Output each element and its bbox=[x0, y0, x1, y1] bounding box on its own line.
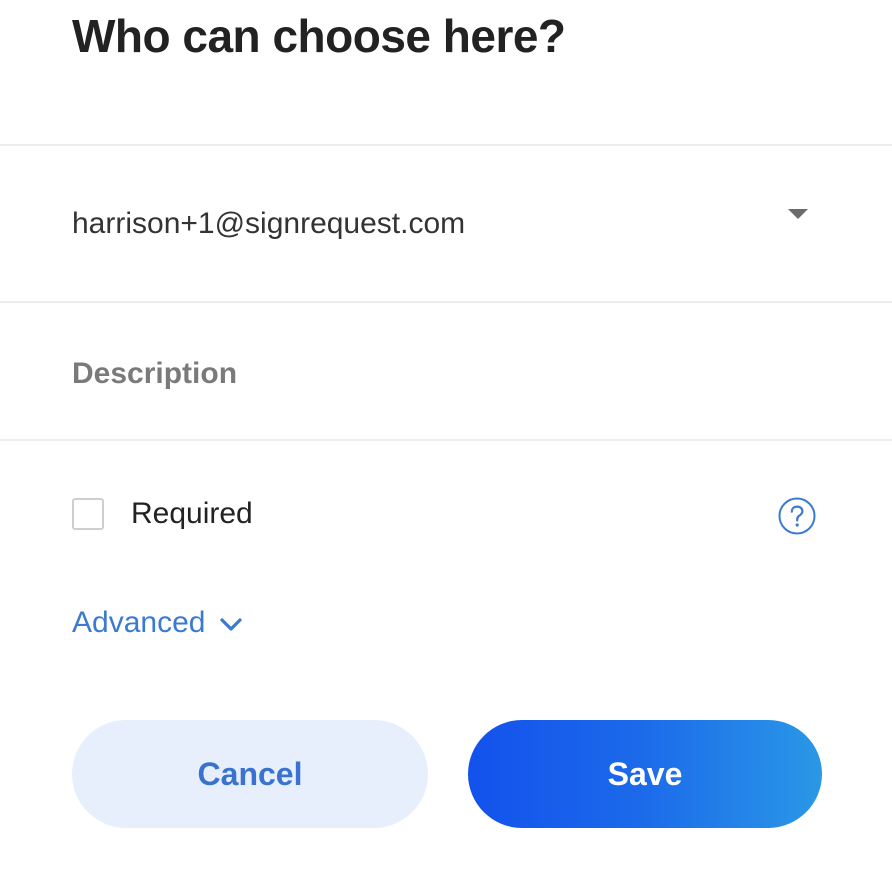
advanced-label: Advanced bbox=[72, 606, 206, 639]
chevron-down-icon bbox=[220, 618, 243, 631]
advanced-toggle[interactable]: Advanced bbox=[72, 603, 243, 643]
description-input[interactable] bbox=[72, 352, 812, 396]
signer-select-value: harrison+1@signrequest.com bbox=[72, 207, 466, 240]
caret-down-icon[interactable] bbox=[788, 209, 808, 219]
required-label: Required bbox=[131, 497, 253, 530]
save-button[interactable]: Save bbox=[468, 720, 822, 828]
field-settings-panel: Who can choose here? harrison+1@signrequ… bbox=[0, 0, 892, 870]
divider bbox=[0, 439, 892, 441]
cancel-button[interactable]: Cancel bbox=[72, 720, 428, 828]
required-checkbox[interactable] bbox=[72, 498, 104, 530]
question-circle-icon[interactable] bbox=[777, 496, 817, 536]
divider bbox=[0, 301, 892, 303]
page-title: Who can choose here? bbox=[72, 10, 566, 62]
